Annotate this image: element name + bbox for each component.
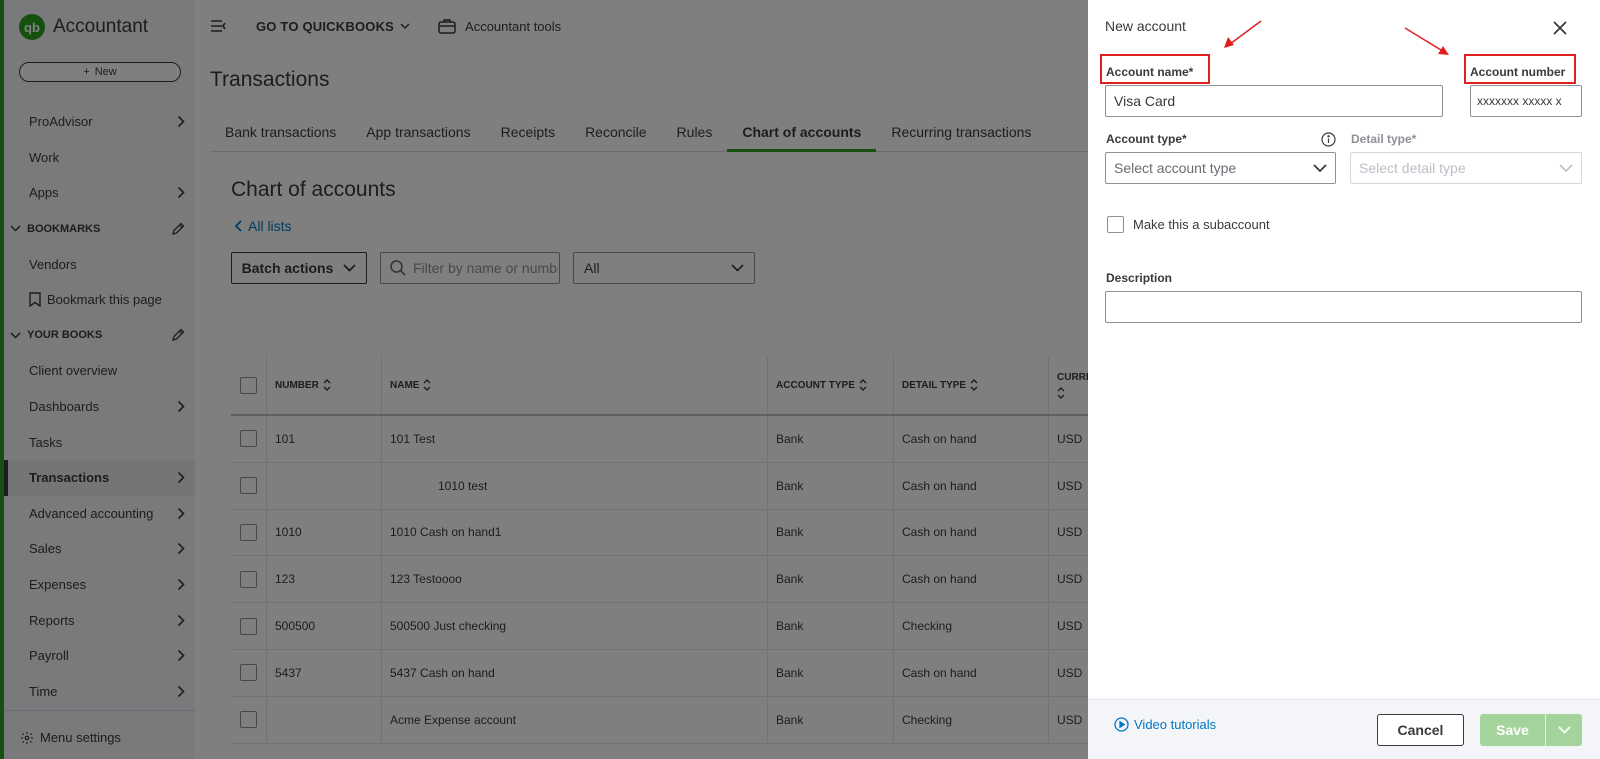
save-button[interactable]: Save bbox=[1480, 714, 1545, 746]
account-type-select[interactable]: Select account type bbox=[1105, 152, 1336, 184]
video-tutorials-link[interactable]: Video tutorials bbox=[1114, 717, 1216, 732]
description-label: Description bbox=[1106, 271, 1173, 285]
chevron-down-icon bbox=[1313, 164, 1327, 172]
save-options-dropdown[interactable] bbox=[1546, 714, 1582, 746]
account-name-field[interactable] bbox=[1105, 85, 1443, 117]
account-number-field[interactable] bbox=[1470, 85, 1582, 117]
new-account-panel: New account Account name* Account number… bbox=[1088, 0, 1600, 759]
description-input[interactable] bbox=[1106, 292, 1581, 322]
account-number-input[interactable] bbox=[1471, 86, 1581, 116]
video-tutorials-label: Video tutorials bbox=[1134, 717, 1217, 732]
subaccount-label: Make this a subaccount bbox=[1133, 217, 1270, 232]
detail-type-label: Detail type* bbox=[1351, 132, 1417, 146]
account-name-input[interactable] bbox=[1106, 86, 1442, 116]
account-type-label: Account type* bbox=[1106, 132, 1187, 146]
subaccount-option[interactable]: Make this a subaccount bbox=[1107, 216, 1270, 233]
account-name-label: Account name* bbox=[1106, 65, 1194, 79]
detail-type-placeholder: Select detail type bbox=[1359, 160, 1466, 176]
cancel-button[interactable]: Cancel bbox=[1377, 714, 1464, 746]
close-icon[interactable] bbox=[1550, 18, 1570, 38]
panel-title: New account bbox=[1105, 18, 1186, 34]
chevron-down-icon bbox=[1557, 726, 1571, 734]
save-divider bbox=[1545, 714, 1546, 746]
play-circle-icon bbox=[1114, 717, 1129, 732]
info-icon[interactable] bbox=[1321, 132, 1336, 147]
save-button-group: Save bbox=[1480, 714, 1582, 746]
detail-type-select[interactable]: Select detail type bbox=[1350, 152, 1582, 184]
modal-backdrop-overlay[interactable] bbox=[0, 0, 1088, 759]
chevron-down-icon bbox=[1559, 164, 1573, 172]
description-field[interactable] bbox=[1105, 291, 1582, 323]
account-number-label: Account number bbox=[1470, 65, 1566, 79]
panel-footer: Video tutorials Cancel Save bbox=[1088, 699, 1600, 759]
account-type-placeholder: Select account type bbox=[1114, 160, 1237, 176]
subaccount-checkbox[interactable] bbox=[1107, 216, 1124, 233]
